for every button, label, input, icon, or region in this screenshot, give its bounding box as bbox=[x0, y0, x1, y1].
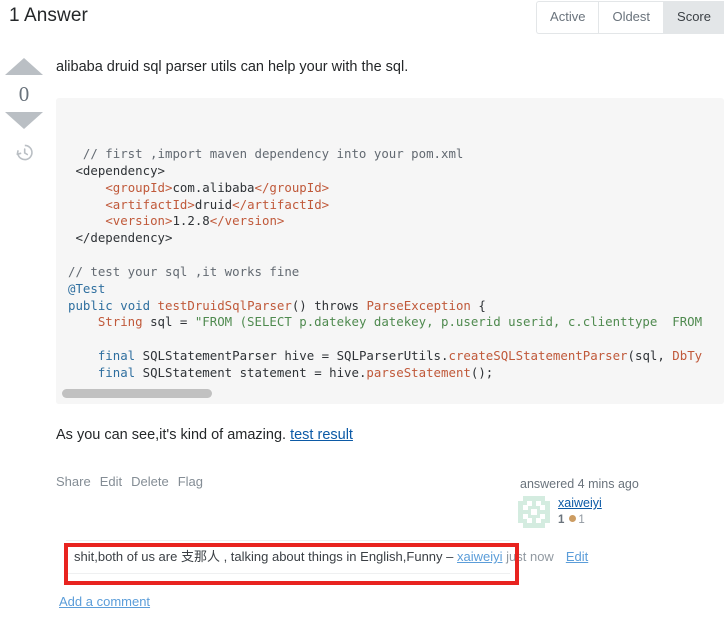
arrow-up-icon[interactable] bbox=[5, 58, 43, 75]
code-token: </dependency> bbox=[75, 230, 172, 245]
code-token: ParseException bbox=[366, 298, 470, 313]
code-token: sql = bbox=[143, 314, 195, 329]
code-token: parseStatement bbox=[366, 365, 470, 380]
code-token: final bbox=[98, 365, 135, 380]
identicon-avatar[interactable] bbox=[518, 496, 550, 528]
code-token: com.alibaba bbox=[172, 180, 254, 195]
code-token: <version> bbox=[105, 213, 172, 228]
code-token bbox=[68, 348, 98, 363]
code-token: <artifactId> bbox=[105, 197, 195, 212]
code-token: </groupId> bbox=[255, 180, 330, 195]
answer-outro: As you can see,it's kind of amazing. tes… bbox=[56, 426, 353, 445]
code-token: void bbox=[120, 298, 150, 313]
scrollbar-thumb[interactable] bbox=[62, 389, 212, 398]
comment-author-link[interactable]: xaiweiyi bbox=[457, 549, 503, 564]
answer-intro-text: alibaba druid sql parser utils can help … bbox=[56, 58, 724, 77]
comment-timestamp: just now bbox=[503, 549, 554, 564]
comment-row: shit,both of us are 支那人 , talking about … bbox=[66, 540, 510, 574]
code-token bbox=[68, 146, 83, 161]
code-token: (sql, bbox=[628, 348, 673, 363]
code-token bbox=[68, 213, 105, 228]
post-action-timestamp: answered 4 mins ago bbox=[518, 477, 724, 496]
user-name-link[interactable]: xaiweiyi bbox=[558, 496, 602, 510]
user-card-row: xaiweiyi 11 bbox=[518, 496, 724, 528]
code-token: SQLStatementParser hive = SQLParserUtils bbox=[135, 348, 441, 363]
code-token: public bbox=[68, 298, 113, 313]
vote-cell: 0 bbox=[0, 58, 48, 162]
code-token: druid bbox=[195, 197, 232, 212]
code-token: @Test bbox=[68, 281, 105, 296]
code-token: <groupId> bbox=[105, 180, 172, 195]
comment-text: shit,both of us are 支那人 , talking about … bbox=[74, 549, 457, 564]
code-token: SQLStatement statement = hive. bbox=[135, 365, 366, 380]
code-block: // first ,import maven dependency into y… bbox=[56, 98, 724, 404]
code-token: // test your sql ,it works fine bbox=[68, 264, 299, 279]
code-token bbox=[68, 365, 98, 380]
code-token: final bbox=[98, 348, 135, 363]
code-token: createSQLStatementParser bbox=[448, 348, 627, 363]
answer-sort-tabs: Active Oldest Score bbox=[536, 1, 724, 34]
tab-oldest[interactable]: Oldest bbox=[599, 2, 664, 33]
history-clock-icon[interactable] bbox=[15, 143, 34, 162]
test-result-link[interactable]: test result bbox=[290, 427, 353, 443]
user-card: answered 4 mins ago xaiweiyi 11 bbox=[518, 477, 724, 528]
code-token: DbTy bbox=[672, 348, 702, 363]
delete-button[interactable]: Delete bbox=[131, 474, 169, 489]
code-token: { bbox=[471, 298, 486, 313]
reputation-value: 1 bbox=[558, 514, 564, 526]
code-content: // first ,import maven dependency into y… bbox=[68, 146, 724, 384]
comments-list: shit,both of us are 支那人 , talking about … bbox=[66, 540, 510, 574]
share-button[interactable]: Share bbox=[56, 474, 91, 489]
answers-header: 1 Answer Active Oldest Score bbox=[0, 0, 724, 40]
code-token bbox=[68, 197, 105, 212]
code-token bbox=[150, 298, 157, 313]
code-token bbox=[68, 314, 98, 329]
code-token: </artifactId> bbox=[232, 197, 329, 212]
code-token: <dependency> bbox=[75, 163, 165, 178]
code-token: (); bbox=[471, 365, 493, 380]
vote-score: 0 bbox=[0, 75, 48, 112]
code-scroll-viewport: // first ,import maven dependency into y… bbox=[56, 98, 724, 384]
bronze-badge-icon bbox=[569, 515, 576, 522]
flag-button[interactable]: Flag bbox=[178, 474, 203, 489]
code-token bbox=[68, 180, 105, 195]
code-token: "FROM (SELECT p.datekey datekey, p.useri… bbox=[195, 314, 702, 329]
add-comment-link[interactable]: Add a comment bbox=[59, 594, 150, 609]
page-title: 1 Answer bbox=[9, 5, 88, 27]
tab-score[interactable]: Score bbox=[664, 2, 724, 33]
bronze-badge-count: 1 bbox=[578, 514, 584, 526]
comment-edit-button[interactable]: Edit bbox=[566, 549, 588, 564]
code-horizontal-scrollbar[interactable] bbox=[56, 384, 724, 404]
user-reputation: 11 bbox=[558, 511, 602, 528]
code-token: 1.2.8 bbox=[172, 213, 209, 228]
tab-active[interactable]: Active bbox=[537, 2, 599, 33]
answer-body: alibaba druid sql parser utils can help … bbox=[56, 58, 724, 77]
code-token: // first ,import maven dependency into y… bbox=[83, 146, 463, 161]
code-token: testDruidSqlParser bbox=[158, 298, 292, 313]
code-token: String bbox=[98, 314, 143, 329]
user-card-info: xaiweiyi 11 bbox=[550, 496, 602, 528]
answer-outro-text: As you can see,it's kind of amazing. bbox=[56, 427, 290, 443]
arrow-down-icon[interactable] bbox=[5, 112, 43, 129]
code-token: </version> bbox=[210, 213, 285, 228]
code-token: () throws bbox=[292, 298, 367, 313]
post-menu: Share Edit Delete Flag bbox=[56, 474, 203, 489]
edit-button[interactable]: Edit bbox=[100, 474, 122, 489]
